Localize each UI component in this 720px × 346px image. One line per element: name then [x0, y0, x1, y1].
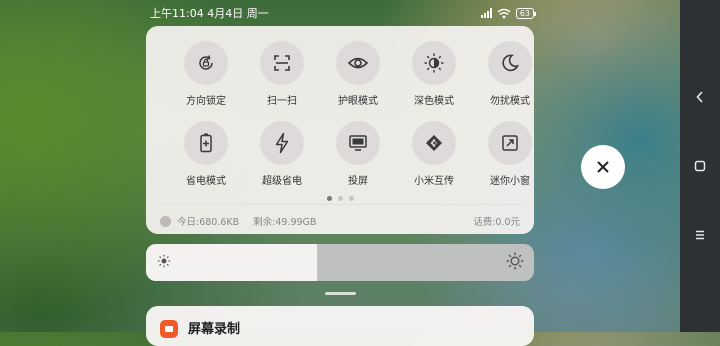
toggle-label: 勿扰模式 — [490, 96, 530, 107]
back-icon — [696, 91, 703, 103]
brightness-slider[interactable] — [146, 244, 534, 281]
toggle-label: 小米互传 — [414, 176, 454, 187]
lightning-icon — [260, 121, 304, 165]
home-button[interactable] — [680, 151, 720, 181]
today-usage: 今日:680.6KB — [177, 217, 240, 228]
moon-icon — [488, 41, 532, 85]
status-time: 上午11:04 4月4日 周一 — [150, 7, 269, 20]
page-dot — [326, 196, 332, 201]
back-button[interactable] — [680, 82, 720, 112]
toggle-label: 省电模式 — [186, 176, 226, 187]
menu-icon — [696, 230, 704, 240]
toggle-label: 超级省电 — [262, 176, 302, 187]
toggle-dark-mode[interactable]: 深色模式 — [399, 41, 469, 107]
menu-button[interactable] — [680, 220, 720, 250]
phone-fee: 话费:0.0元 — [473, 217, 520, 228]
drag-handle[interactable] — [325, 292, 356, 295]
brightness-low-icon — [157, 253, 171, 272]
toggle-label: 扫一扫 — [267, 96, 297, 107]
data-usage-row[interactable]: 今日:680.6KB 剩余:49.99GB 话费:0.0元 — [160, 214, 520, 228]
page-dot — [348, 196, 354, 201]
rotation-lock-icon — [184, 41, 228, 85]
toggle-label: 护眼模式 — [338, 96, 378, 107]
toggle-battery-saver[interactable]: 省电模式 — [171, 121, 241, 187]
battery-plus-icon — [184, 121, 228, 165]
toggle-label: 投屏 — [348, 176, 368, 187]
toggle-mi-share[interactable]: 小米互传 — [399, 121, 469, 187]
sun-moon-icon — [412, 41, 456, 85]
page-dot — [337, 196, 343, 201]
toggle-ultra-saver[interactable]: 超级省电 — [247, 121, 317, 187]
toggle-cast[interactable]: 投屏 — [323, 121, 393, 187]
navigation-bar — [680, 0, 720, 332]
toggle-label: 深色模式 — [414, 96, 454, 107]
brightness-fill — [146, 244, 317, 281]
mi-share-icon — [412, 121, 456, 165]
screen-recorder-icon — [160, 320, 178, 338]
toggle-mini-window[interactable]: 迷你小窗 — [475, 121, 545, 187]
toggle-label: 方向锁定 — [186, 96, 226, 107]
status-bar: 上午11:04 4月4日 周一 63 — [146, 0, 537, 26]
close-icon — [597, 161, 609, 173]
close-button[interactable] — [581, 145, 625, 189]
signal-icon — [480, 8, 492, 18]
mini-window-icon — [488, 121, 532, 165]
page-indicator — [146, 196, 534, 201]
toggle-dnd[interactable]: 勿扰模式 — [475, 41, 545, 107]
toggle-rotation-lock[interactable]: 方向锁定 — [171, 41, 241, 107]
usage-indicator-icon — [160, 215, 171, 227]
monitor-icon — [336, 121, 380, 165]
brightness-high-icon — [506, 252, 524, 274]
battery-icon: 63 — [515, 7, 537, 19]
toggle-scan[interactable]: 扫一扫 — [247, 41, 317, 107]
notification-title: 屏幕录制 — [188, 322, 241, 337]
eye-icon — [336, 41, 380, 85]
toggle-eye-care[interactable]: 护眼模式 — [323, 41, 393, 107]
remaining-data: 剩余:49.99GB — [253, 217, 317, 228]
wifi-icon — [497, 8, 511, 18]
toggle-label: 迷你小窗 — [490, 176, 530, 187]
scan-icon — [260, 41, 304, 85]
control-center-panel: 方向锁定 扫一扫 护眼模式 深色模式 勿扰模式 省电模式 超级省电 投屏 小米互… — [146, 26, 534, 234]
notification-card[interactable]: 屏幕录制 — [146, 306, 534, 346]
home-icon — [694, 160, 706, 172]
divider — [158, 204, 522, 205]
